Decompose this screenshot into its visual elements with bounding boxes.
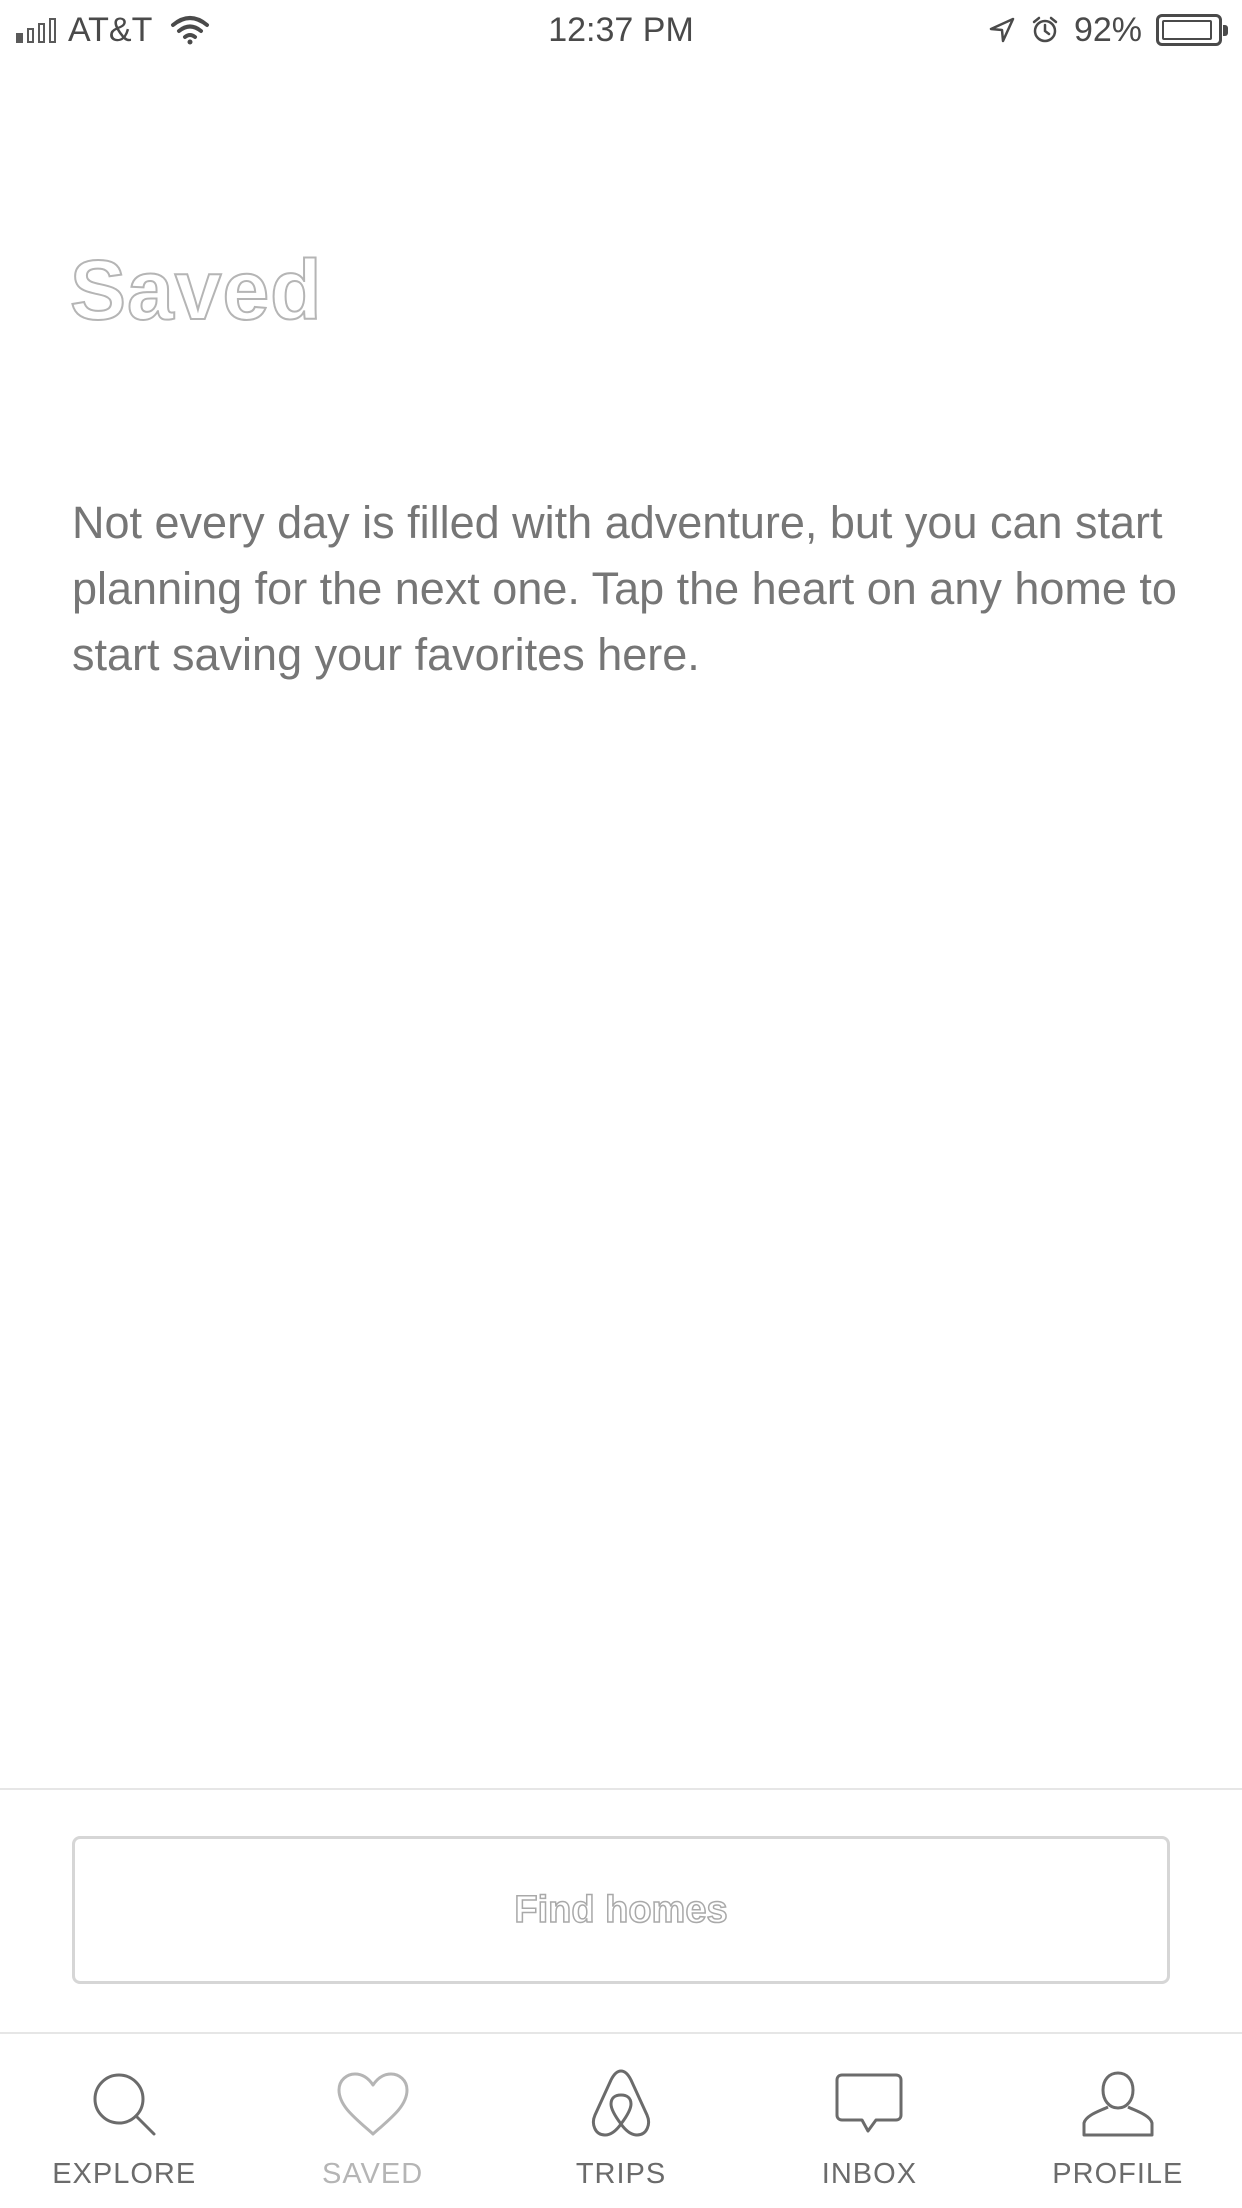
battery-percentage: 92% xyxy=(1073,10,1142,49)
tab-profile[interactable]: PROFILE xyxy=(994,2034,1242,2208)
page-title: Saved xyxy=(69,242,323,338)
airbnb-logo-icon xyxy=(581,2064,661,2144)
heart-icon xyxy=(333,2064,413,2144)
alarm-icon xyxy=(1030,15,1060,45)
divider xyxy=(0,1788,1242,1790)
tab-label: TRIPS xyxy=(575,2158,667,2190)
status-right: 92% xyxy=(988,10,1228,50)
tab-bar: EXPLORE SAVED TRIPS INBOX PROFILE xyxy=(0,2034,1242,2208)
tab-label: INBOX xyxy=(821,2158,918,2190)
location-arrow-icon xyxy=(988,16,1016,44)
tab-label: SAVED xyxy=(322,2158,424,2190)
empty-state-message: Not every day is filled with adventure, … xyxy=(72,497,1177,680)
tab-inbox[interactable]: INBOX xyxy=(745,2034,993,2208)
battery-icon xyxy=(1156,14,1228,46)
tab-label: PROFILE xyxy=(1052,2158,1184,2190)
tab-trips[interactable]: TRIPS xyxy=(497,2034,745,2208)
find-homes-label: Find homes xyxy=(514,1888,729,1932)
message-bubble-icon xyxy=(829,2064,909,2144)
find-homes-button[interactable]: Find homes xyxy=(72,1836,1170,1984)
tab-explore[interactable]: EXPLORE xyxy=(0,2034,248,2208)
person-icon xyxy=(1078,2064,1158,2144)
status-bar: AT&T 12:37 PM 92% xyxy=(0,0,1242,60)
tab-label: EXPLORE xyxy=(52,2158,197,2190)
search-icon xyxy=(84,2064,164,2144)
tab-saved[interactable]: SAVED xyxy=(248,2034,496,2208)
